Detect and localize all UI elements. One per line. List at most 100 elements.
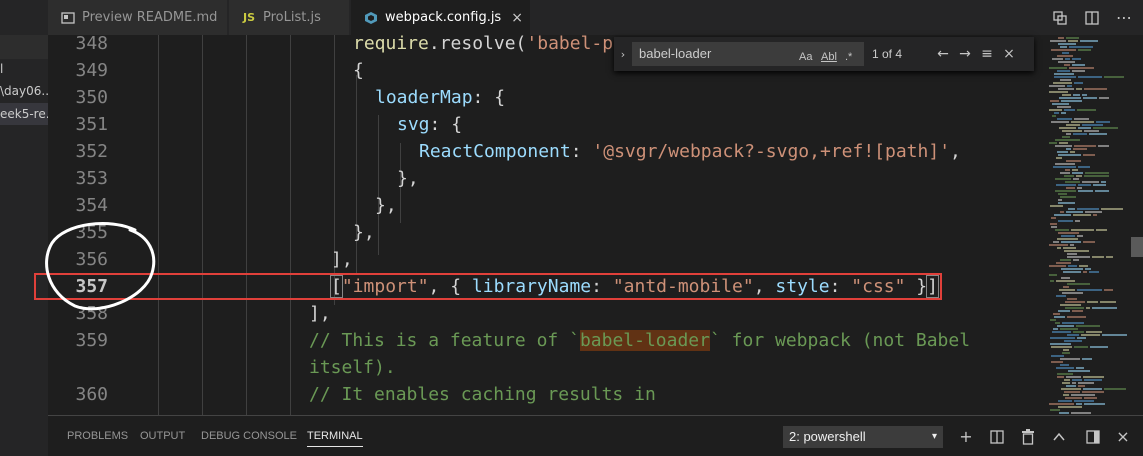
- minimap-line: [1089, 271, 1099, 273]
- minimap-line: [1051, 355, 1064, 357]
- minimap-line: [1093, 127, 1118, 129]
- next-match-button[interactable]: →: [954, 46, 976, 62]
- minimap-line: [1068, 40, 1078, 42]
- whole-word-toggle[interactable]: Abl: [821, 46, 837, 68]
- minimap-line: [1060, 172, 1070, 174]
- sidebar-item-2[interactable]: \day06...: [0, 80, 48, 102]
- minimap-line: [1061, 277, 1070, 279]
- minimap-line: [1056, 262, 1071, 264]
- close-find-button[interactable]: ×: [998, 46, 1020, 62]
- minimap-line: [1067, 334, 1079, 336]
- minimap-line: [1049, 91, 1068, 93]
- split-terminal-icon[interactable]: [986, 426, 1008, 448]
- minimap-line: [1050, 337, 1075, 339]
- tab-preview-readme[interactable]: Preview README.md: [48, 0, 228, 35]
- minimap-line: [1074, 145, 1096, 147]
- sidebar-item-3[interactable]: eek5-re...: [0, 103, 48, 125]
- minimap-line: [1055, 145, 1072, 147]
- minimap-line: [1080, 40, 1098, 42]
- minimap-line: [1060, 259, 1071, 261]
- minimap-line: [1079, 265, 1088, 267]
- minimap-line: [1055, 139, 1080, 141]
- minimap-line: [1085, 268, 1091, 270]
- sidebar-item-label: eek5-re...: [0, 107, 48, 121]
- minimap-line: [1054, 214, 1071, 216]
- minimap-line: [1062, 382, 1070, 384]
- more-actions-icon[interactable]: ⋯: [1112, 6, 1136, 30]
- code-token: require: [353, 35, 429, 54]
- minimap-line: [1085, 172, 1109, 174]
- minimap-line: [1059, 127, 1076, 129]
- trash-icon[interactable]: [1017, 426, 1039, 448]
- minimap-line: [1078, 184, 1091, 186]
- minimap-line: [1060, 79, 1071, 81]
- close-tab-icon[interactable]: ×: [511, 10, 523, 26]
- toggle-replace-icon[interactable]: ›: [614, 48, 632, 61]
- new-terminal-icon[interactable]: +: [955, 426, 977, 448]
- minimap-line: [1053, 241, 1059, 243]
- minimap-line: [1082, 124, 1103, 126]
- minimap-line: [1073, 133, 1087, 135]
- minimap-line: [1065, 181, 1080, 183]
- terminal-select[interactable]: 2: powershell ▾: [783, 426, 943, 448]
- code-token: 'babel-p: [526, 35, 614, 54]
- minimap-line: [1074, 346, 1088, 348]
- minimap-line: [1067, 283, 1090, 285]
- tab-terminal[interactable]: TERMINAL: [307, 430, 363, 447]
- minimap-line: [1087, 301, 1098, 303]
- minimap-line: [1050, 205, 1063, 207]
- code-line-358: ],: [309, 300, 331, 327]
- minimap-line: [1062, 322, 1084, 324]
- previous-match-button[interactable]: ←: [932, 46, 954, 62]
- tab-problems[interactable]: PROBLEMS: [67, 430, 128, 442]
- annotation-box: [34, 273, 942, 300]
- minimap-line: [1089, 133, 1107, 135]
- sidebar-item-1[interactable]: l: [0, 58, 48, 80]
- panel-layout-icon[interactable]: [1082, 426, 1104, 448]
- code-editor[interactable]: 348 349 350 351 352 353 354 355 356 357 …: [48, 35, 1043, 415]
- code-token: : {: [472, 87, 506, 108]
- minimap-line: [1061, 100, 1082, 102]
- minimap-line: [1095, 190, 1109, 192]
- minimap-line: [1066, 133, 1071, 135]
- editor-actions: ⋯: [1048, 0, 1136, 35]
- minimap-line: [1076, 367, 1084, 369]
- find-input[interactable]: babel-loader Aa Abl .*: [632, 42, 864, 66]
- tab-prolist-js[interactable]: JS ProList.js: [229, 0, 350, 35]
- minimap-line: [1076, 88, 1082, 90]
- minimap[interactable]: [1043, 35, 1143, 415]
- minimap-line: [1057, 238, 1078, 240]
- match-case-toggle[interactable]: Aa: [799, 46, 812, 68]
- minimap-line: [1063, 349, 1069, 351]
- open-changes-icon[interactable]: [1048, 6, 1072, 30]
- minimap-line: [1066, 148, 1071, 150]
- minimap-line: [1049, 109, 1062, 111]
- minimap-line: [1078, 49, 1091, 51]
- scrollbar-slider[interactable]: [1131, 237, 1143, 257]
- code-token: // It enables caching results in: [309, 384, 656, 405]
- close-panel-icon[interactable]: ×: [1112, 426, 1134, 448]
- tab-output[interactable]: OUTPUT: [140, 430, 185, 442]
- code-token: .resolve(: [428, 35, 527, 54]
- regex-toggle[interactable]: .*: [845, 46, 852, 68]
- maximize-panel-icon[interactable]: [1048, 426, 1070, 448]
- minimap-line: [1060, 46, 1067, 48]
- minimap-line: [1055, 190, 1076, 192]
- split-editor-icon[interactable]: [1080, 6, 1104, 30]
- find-in-selection-button[interactable]: ≡: [976, 46, 998, 62]
- minimap-line: [1057, 151, 1068, 153]
- tab-debug-console[interactable]: DEBUG CONSOLE: [201, 430, 297, 442]
- tab-webpack-config[interactable]: webpack.config.js ×: [351, 0, 531, 35]
- minimap-line: [1078, 385, 1085, 387]
- minimap-line: [1072, 382, 1076, 384]
- minimap-line: [1085, 211, 1102, 213]
- minimap-line: [1057, 106, 1071, 108]
- minimap-line: [1070, 244, 1074, 246]
- minimap-line: [1100, 301, 1116, 303]
- minimap-line: [1066, 187, 1075, 189]
- minimap-line: [1082, 391, 1104, 393]
- minimap-line: [1066, 160, 1081, 162]
- minimap-line: [1059, 97, 1081, 99]
- minimap-line: [1059, 142, 1068, 144]
- minimap-line: [1101, 181, 1106, 183]
